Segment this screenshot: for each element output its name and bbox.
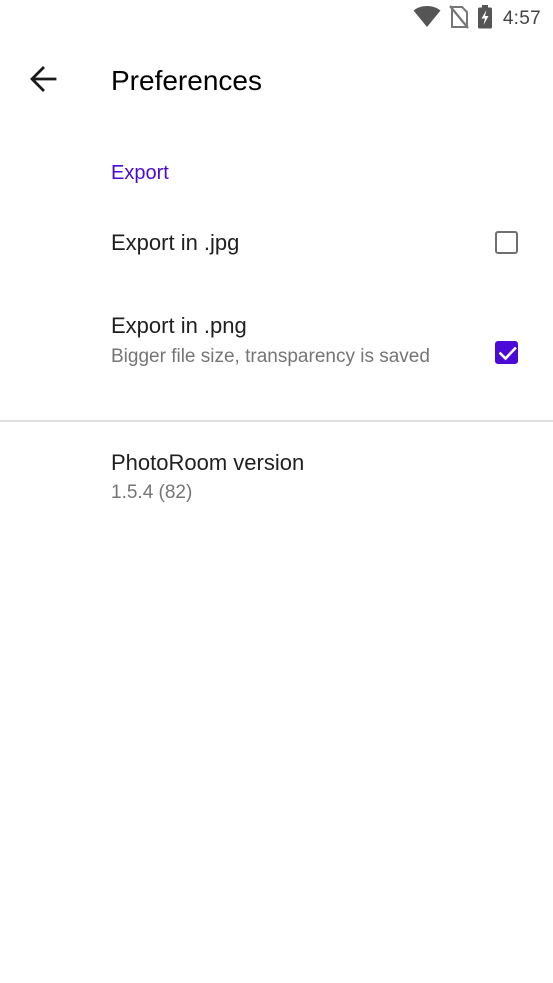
export-jpg-checkbox[interactable] [495, 231, 518, 254]
battery-charging-icon [477, 4, 493, 34]
status-bar: 4:57 [0, 0, 553, 38]
status-time: 4:57 [502, 8, 541, 29]
app-bar: Preferences [0, 40, 553, 122]
export-png-preference[interactable]: Export in .png Bigger file size, transpa… [0, 290, 553, 410]
export-jpg-title: Export in .jpg [111, 230, 240, 255]
version-preference[interactable]: PhotoRoom version 1.5.4 (82) [0, 430, 553, 520]
version-title: PhotoRoom version [111, 450, 305, 475]
export-jpg-preference[interactable]: Export in .jpg [0, 205, 553, 281]
status-icons: 4:57 [413, 4, 541, 34]
arrow-left-icon [29, 65, 57, 98]
back-button[interactable] [18, 56, 68, 106]
page-title: Preferences [111, 65, 262, 96]
wifi-icon [413, 5, 441, 33]
preferences-screen: 4:57 Preferences Export Export in .jpg E… [0, 0, 553, 983]
export-png-summary: Bigger file size, transparency is saved [111, 346, 430, 367]
version-summary: 1.5.4 (82) [111, 482, 193, 503]
export-png-checkbox[interactable] [495, 341, 518, 364]
no-sim-icon [448, 4, 469, 34]
divider [0, 420, 553, 422]
export-category-title: Export [111, 162, 169, 184]
export-png-title: Export in .png [111, 313, 247, 338]
